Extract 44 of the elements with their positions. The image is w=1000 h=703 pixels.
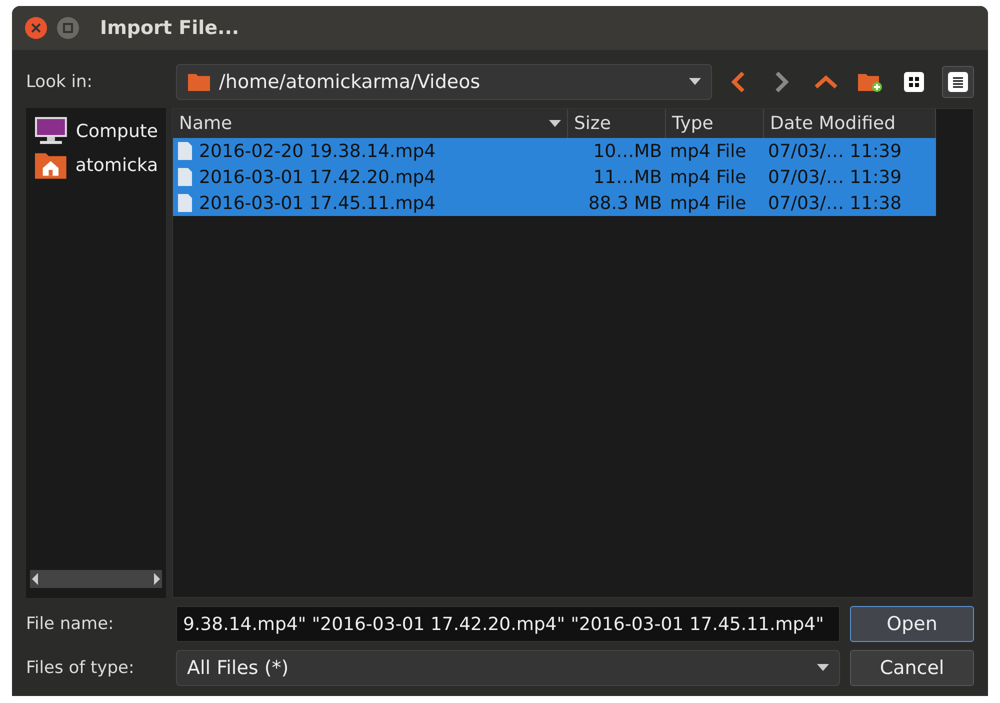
- column-header[interactable]: Name: [173, 109, 568, 138]
- scroll-left-icon[interactable]: [30, 572, 40, 586]
- file-name-label: File name:: [26, 614, 115, 634]
- dropdown-caret-icon: [817, 664, 829, 672]
- folder-icon: [187, 72, 211, 92]
- table-cell[interactable]: 11…MB: [568, 164, 666, 190]
- sort-arrow-icon: [549, 120, 561, 128]
- cancel-button[interactable]: Cancel: [850, 650, 974, 686]
- toolbar-button[interactable]: [942, 66, 974, 98]
- grid-view-icon: [903, 71, 925, 93]
- look-in-label: Look in:: [26, 72, 94, 92]
- table-cell[interactable]: 2016-03-01 17.42.20.mp4: [173, 164, 568, 190]
- table-cell[interactable]: 07/03/… 11:39: [764, 138, 936, 164]
- table-cell[interactable]: 10…MB: [568, 138, 666, 164]
- look-in-dropdown[interactable]: /home/atomickarma/Videos: [176, 64, 712, 100]
- file-name-field[interactable]: 9.38.14.mp4" "2016-03-01 17.42.20.mp4" "2016-03-01 17.45.11.mp4": [176, 606, 840, 642]
- new-folder-icon: [857, 71, 883, 93]
- monitor-icon: [34, 116, 68, 146]
- table-cell[interactable]: 07/03/… 11:39: [764, 164, 936, 190]
- table-cell[interactable]: mp4 File: [666, 190, 764, 216]
- file-type-label: Files of type:: [26, 658, 136, 678]
- column-header[interactable]: Type: [666, 109, 764, 138]
- file-icon: [177, 141, 193, 161]
- table-cell[interactable]: 2016-02-20 19.38.14.mp4: [173, 138, 568, 164]
- table-cell[interactable]: mp4 File: [666, 138, 764, 164]
- sidebar-item[interactable]: atomicka: [26, 148, 166, 182]
- column-header[interactable]: Date Modified: [764, 109, 936, 138]
- window-title: Import File...: [100, 17, 240, 39]
- list-view-icon: [947, 71, 969, 93]
- home-folder-icon: [34, 150, 68, 180]
- file-type-dropdown[interactable]: All Files (*): [176, 650, 840, 686]
- file-icon: [177, 167, 193, 187]
- table-cell[interactable]: 88.3 MB: [568, 190, 666, 216]
- table-cell[interactable]: 07/03/… 11:38: [764, 190, 936, 216]
- table-cell[interactable]: mp4 File: [666, 164, 764, 190]
- column-header[interactable]: Size: [568, 109, 666, 138]
- scroll-right-icon[interactable]: [152, 572, 162, 586]
- close-icon[interactable]: [24, 16, 48, 40]
- horizontal-scrollbar[interactable]: [30, 570, 162, 588]
- file-icon: [177, 193, 193, 213]
- dropdown-caret-icon: [689, 78, 701, 86]
- table-cell[interactable]: 2016-03-01 17.45.11.mp4: [173, 190, 568, 216]
- open-button[interactable]: Open: [850, 606, 974, 642]
- sidebar-item[interactable]: Compute: [26, 114, 166, 148]
